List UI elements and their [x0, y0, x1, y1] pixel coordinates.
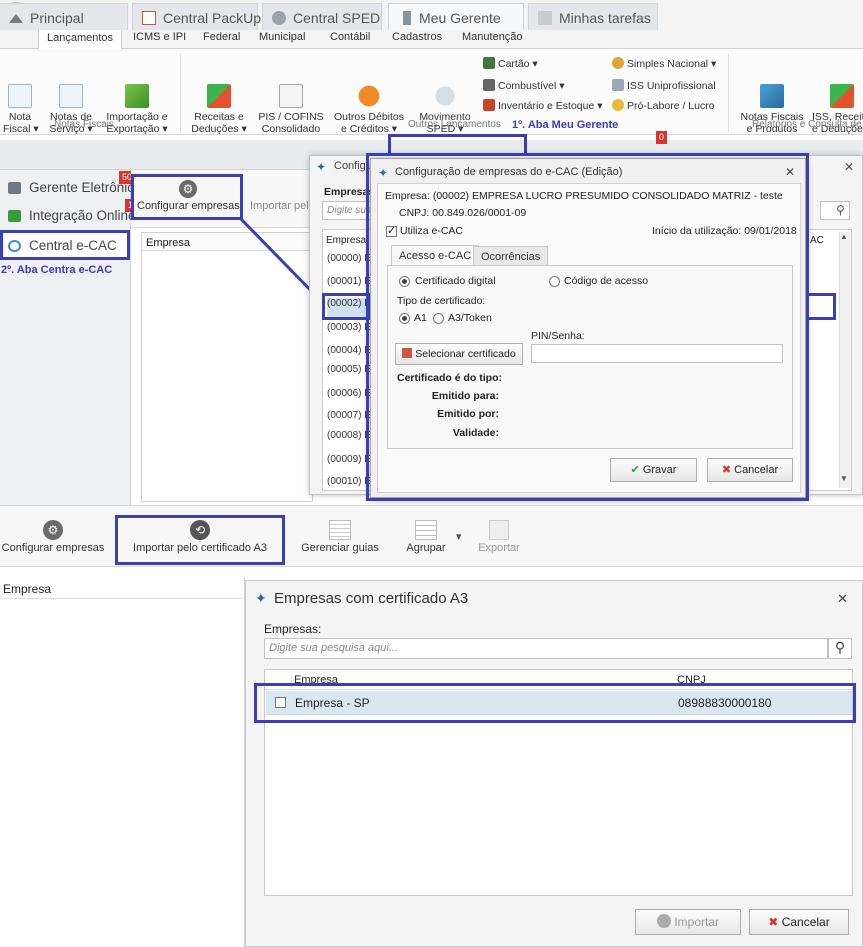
import-icon — [656, 914, 671, 928]
importar-button[interactable]: Importar — [635, 909, 741, 935]
x-icon: ✖ — [721, 464, 732, 476]
dialog-back-col-cac: AC — [810, 235, 824, 246]
dialog-a3-empresas-label: Empresas: — [264, 622, 322, 636]
scroll-down-icon[interactable]: ▼ — [840, 474, 848, 483]
search-icon[interactable]: ⚲ — [836, 203, 845, 217]
row-empresa: Empresa - SP — [295, 696, 370, 710]
cnpj-text: CNPJ: 00.849.026/0001-09 — [399, 207, 527, 219]
inicio-utilizacao-text: Início da utilização: 09/01/2018 — [652, 225, 797, 237]
gravar-button[interactable]: ✔ Gravar — [610, 458, 697, 482]
column-divider — [291, 675, 292, 689]
a3-radio[interactable] — [433, 313, 444, 324]
group-icon — [415, 520, 437, 540]
agrupar-dropdown[interactable]: ▾ — [456, 530, 462, 543]
dialog-back-search-field-tail[interactable] — [820, 201, 850, 220]
import-icon: ⟲ — [190, 520, 210, 540]
dialog-app-icon: ✦ — [255, 590, 267, 606]
scroll-up-icon[interactable]: ▲ — [840, 232, 848, 241]
empresa-grid-bottom: Empresa — [0, 577, 245, 947]
dialog-back-search-input[interactable]: Digite sua — [322, 201, 372, 220]
configurar-empresas-button-bottom[interactable]: ⚙ Configurar empresas — [0, 520, 108, 554]
tab-acesso-ecac[interactable]: Acesso e-CAC — [391, 245, 480, 266]
cancelar-button[interactable]: ✖ Cancelar — [707, 458, 793, 482]
agrupar-button[interactable]: Agrupar — [400, 520, 452, 554]
gear-icon: ⚙ — [43, 520, 63, 540]
guides-icon — [329, 520, 351, 540]
dialog-a3-title: Empresas com certificado A3 — [274, 590, 469, 607]
a1-label: A1 — [414, 312, 427, 324]
dialog-back-col-empresa: Empresa — [326, 235, 367, 246]
table-row[interactable]: Empresa - SP 08988830000180 — [266, 691, 852, 715]
dialog-back-empresas-label: Empresas — [324, 186, 375, 198]
validade-label: Validade: — [452, 427, 499, 439]
codigo-acesso-radio[interactable] — [549, 276, 560, 287]
configurar-bottom-label: Configurar empresas — [1, 542, 105, 554]
gerenciar-guias-label: Gerenciar guias — [301, 542, 379, 554]
row-cnpj: 08988830000180 — [678, 696, 772, 710]
selecionar-certificado-button[interactable]: Selecionar certificado — [395, 343, 523, 365]
check-icon: ✔ — [630, 464, 640, 476]
empresa-text: Empresa: (00002) EMPRESA LUCRO PRESUMIDO… — [385, 190, 783, 202]
dialog-app-icon: ✦ — [316, 160, 327, 174]
selecionar-certificado-label: Selecionar certificado — [415, 348, 516, 360]
cancelar-a3-button[interactable]: ✖ Cancelar — [749, 909, 849, 935]
certificado-digital-radio[interactable] — [399, 276, 410, 287]
close-icon[interactable]: ✕ — [785, 165, 795, 179]
cancelar-a3-label: Cancelar — [781, 915, 830, 929]
search-icon[interactable]: ⚲ — [828, 638, 852, 659]
dialog-back-scrollbar[interactable] — [839, 232, 851, 488]
codigo-acesso-label: Código de acesso — [564, 275, 649, 287]
importar-certificado-a3-button[interactable]: ⟲ Importar pelo certificado A3 — [120, 520, 280, 554]
a3-label: A3/Token — [448, 312, 492, 324]
exportar-label: Exportar — [478, 542, 520, 554]
dialog-title: Configuração de empresas do e-CAC (Ediçã… — [395, 166, 623, 178]
cancelar-label: Cancelar — [734, 464, 779, 476]
close-icon[interactable]: ✕ — [844, 160, 854, 174]
importar-a3-label: Importar pelo certificado A3 — [133, 542, 267, 554]
dialog-a3-search-input[interactable]: Digite sua pesquisa aqui... — [264, 638, 828, 659]
col-cnpj: CNPJ — [677, 674, 706, 686]
certificate-icon — [402, 348, 413, 358]
empresas-certificado-a3-dialog: ✦ Empresas com certificado A3 ✕ Empresas… — [245, 580, 863, 947]
certificado-digital-label: Certificado digital — [415, 275, 496, 287]
export-icon — [489, 520, 509, 540]
tipo-certificado-label: Tipo de certificado: — [397, 295, 486, 307]
importar-label: Importar — [674, 915, 720, 929]
pin-input[interactable] — [531, 344, 783, 363]
gravar-label: Gravar — [642, 464, 677, 476]
row-checkbox[interactable] — [275, 697, 286, 708]
configuracao-ecac-dialog: ✦ Configuração de empresas do e-CAC (Edi… — [370, 158, 806, 498]
x-icon: ✖ — [768, 915, 779, 929]
tab-ocorrencias[interactable]: Ocorrências — [473, 246, 549, 266]
dialog-back-title: Configu — [334, 160, 372, 172]
close-icon[interactable]: ✕ — [837, 591, 848, 607]
utiliza-ecac-checkbox[interactable] — [386, 224, 397, 237]
emitido-para-label: Emitido para: — [431, 390, 499, 402]
emitido-por-label: Emitido por: — [437, 408, 499, 420]
gerenciar-guias-button[interactable]: Gerenciar guias — [296, 520, 384, 554]
cert-tipo-label: Certificado é do tipo: — [397, 372, 502, 384]
agrupar-label: Agrupar — [406, 542, 446, 554]
exportar-button[interactable]: Exportar — [474, 520, 524, 554]
a1-radio[interactable] — [399, 313, 410, 324]
a3-grid-header: Empresa CNPJ — [265, 670, 852, 690]
pin-label: PIN/Senha: — [531, 330, 585, 342]
grid-header-empresa: Empresa — [0, 577, 244, 599]
dialog-app-icon: ✦ — [378, 166, 389, 180]
a3-company-grid: Empresa CNPJ Empresa - SP 08988830000180 — [264, 669, 853, 896]
chevron-down-icon: ▾ — [456, 531, 462, 543]
utiliza-ecac-label: Utiliza e-CAC — [400, 225, 464, 237]
col-empresa: Empresa — [294, 674, 339, 686]
